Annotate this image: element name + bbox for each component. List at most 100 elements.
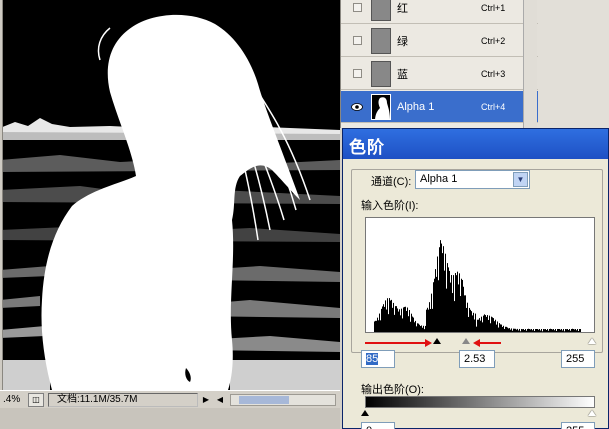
histogram-bar	[416, 326, 417, 332]
output-black-slider[interactable]	[361, 410, 369, 416]
visibility-checkbox[interactable]	[352, 69, 362, 78]
histogram-bar	[533, 328, 534, 332]
histogram-bar	[443, 246, 444, 332]
channel-row-alpha-1[interactable]: Alpha 1 Ctrl+4	[341, 91, 538, 123]
histogram-bars	[374, 240, 581, 332]
histogram-bar	[476, 326, 477, 332]
histogram-bar	[483, 315, 484, 332]
output-black-value: 0	[366, 425, 372, 429]
scroll-left-icon[interactable]: ◀	[214, 393, 226, 407]
histogram-bar	[415, 320, 416, 332]
histogram-bar	[558, 329, 559, 332]
visibility-toggle[interactable]	[349, 1, 365, 15]
histogram-bar	[397, 308, 398, 332]
histogram-bar	[510, 329, 511, 332]
histogram-bar	[422, 327, 423, 332]
histogram-bar	[503, 325, 504, 332]
histogram-bar	[505, 326, 506, 332]
scrollbar-thumb[interactable]	[239, 395, 289, 404]
histogram-bar	[432, 308, 433, 332]
histogram-bar	[470, 309, 471, 332]
histogram-bar	[568, 330, 569, 332]
output-black-field[interactable]: 0	[361, 422, 395, 429]
histogram-bar	[461, 278, 462, 332]
white-point-slider[interactable]	[588, 338, 596, 344]
histogram-bar	[431, 293, 432, 332]
annotation-arrowhead-left	[473, 339, 480, 347]
horizontal-scrollbar[interactable]	[230, 393, 336, 406]
histogram-bar	[412, 316, 413, 332]
channel-thumbnail	[371, 93, 391, 120]
annotation-arrow-left	[479, 342, 501, 344]
histogram-bar	[499, 323, 500, 332]
gamma-slider[interactable]	[462, 338, 470, 344]
histogram-bar	[468, 316, 469, 332]
channel-shortcut: Ctrl+2	[481, 35, 506, 46]
histogram-bar	[486, 316, 487, 332]
histogram-bar	[437, 256, 438, 332]
channel-row-green[interactable]: 绿 Ctrl+2	[341, 25, 538, 57]
histogram-bar	[394, 314, 395, 332]
chevron-down-icon[interactable]: ▼	[513, 172, 528, 187]
visibility-toggle[interactable]	[349, 67, 365, 81]
histogram-bar	[522, 329, 523, 332]
histogram-bar	[512, 330, 513, 332]
histogram-bar	[418, 323, 419, 332]
histogram-bar	[423, 325, 424, 332]
histogram-bar	[447, 263, 448, 332]
histogram-bar	[497, 321, 498, 332]
black-point-slider[interactable]	[433, 338, 441, 344]
histogram-bar	[484, 314, 485, 332]
visibility-toggle[interactable]	[349, 34, 365, 48]
histogram-bar	[559, 329, 560, 332]
input-white-field[interactable]: 255	[561, 350, 595, 368]
histogram-bar	[471, 311, 472, 332]
histogram-bar	[570, 330, 571, 332]
histogram-bar	[384, 306, 385, 332]
visibility-checkbox[interactable]	[352, 36, 362, 45]
eye-icon[interactable]	[351, 102, 363, 112]
histogram-bar	[532, 330, 533, 332]
histogram-bar	[435, 269, 436, 332]
histogram-bar	[377, 317, 378, 332]
input-gamma-field[interactable]: 2.53	[459, 350, 495, 368]
histogram-bar	[376, 320, 377, 332]
visibility-checkbox[interactable]	[352, 3, 362, 12]
dialog-title[interactable]: 色阶	[343, 129, 608, 159]
input-black-field[interactable]: 85	[361, 350, 395, 368]
histogram-bar	[507, 327, 508, 332]
histogram-bar	[531, 328, 532, 332]
channel-row-red[interactable]: 红 Ctrl+1	[341, 0, 538, 24]
histogram-bar	[575, 329, 576, 332]
histogram-bar	[389, 298, 390, 332]
histogram-bar	[579, 329, 580, 332]
histogram-bar	[404, 306, 405, 332]
histogram-bar	[453, 275, 454, 332]
histogram-bar	[563, 329, 564, 332]
output-white-field[interactable]: 255	[561, 422, 595, 429]
histogram-bar	[543, 329, 544, 332]
visibility-toggle[interactable]	[349, 100, 365, 114]
output-white-slider[interactable]	[588, 410, 596, 416]
histogram-bar	[410, 321, 411, 332]
channel-name: 蓝	[397, 68, 408, 81]
histogram-bar	[464, 295, 465, 332]
histogram-bar	[491, 316, 492, 332]
histogram-bar	[574, 329, 575, 332]
histogram-bar	[552, 329, 553, 332]
status-menu-arrow-icon[interactable]: ▶	[200, 393, 212, 407]
histogram-bar	[567, 329, 568, 332]
histogram-bar	[459, 273, 460, 332]
channel-row-blue[interactable]: 蓝 Ctrl+3	[341, 58, 538, 90]
zoom-level[interactable]: .4%	[0, 394, 28, 405]
histogram-bar	[473, 312, 474, 332]
histogram-bar	[509, 328, 510, 332]
histogram-bar	[506, 326, 507, 332]
histogram-bar	[492, 317, 493, 332]
image-canvas[interactable]	[0, 0, 340, 390]
channel-select[interactable]: Alpha 1 ▼	[415, 170, 530, 189]
histogram-bar	[526, 330, 527, 332]
navigator-icon[interactable]: ◫	[28, 392, 44, 407]
channels-scrollbar[interactable]	[523, 0, 537, 128]
histogram-bar	[392, 307, 393, 332]
